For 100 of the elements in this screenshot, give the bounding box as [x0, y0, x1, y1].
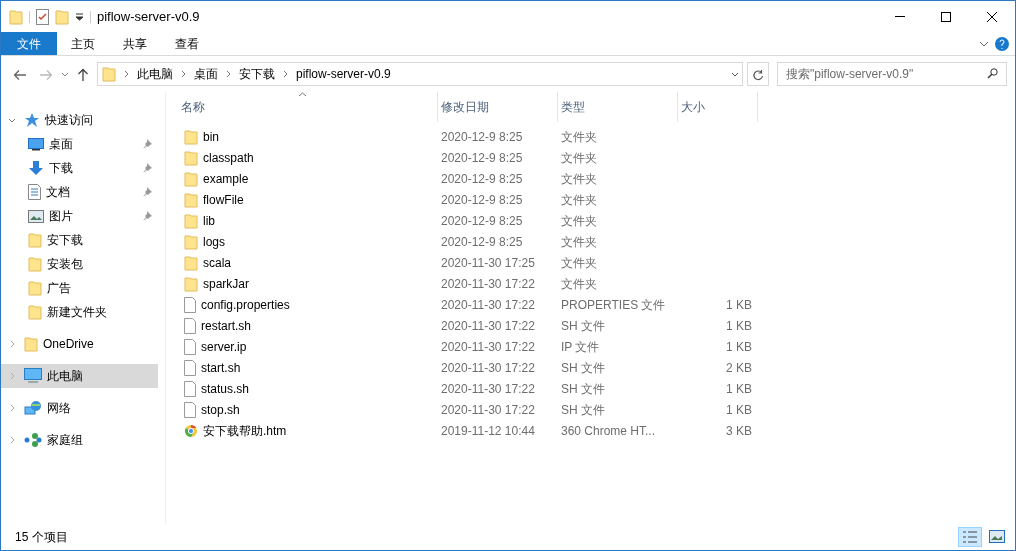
- sidebar-label: 广告: [47, 280, 71, 297]
- file-name[interactable]: 安下载帮助.htm: [203, 421, 287, 440]
- file-icon: [184, 359, 196, 376]
- column-header[interactable]: 类型: [561, 98, 585, 116]
- homegroup-icon: [24, 432, 42, 448]
- sidebar-item[interactable]: 快速访问: [1, 108, 158, 132]
- star-icon: [24, 112, 40, 128]
- ribbon-tab[interactable]: 主页: [57, 32, 109, 55]
- breadcrumb[interactable]: 安下载: [239, 65, 275, 83]
- dropdown-arrow-icon[interactable]: [75, 12, 84, 21]
- modified-date: 2020-12-9 8:25: [441, 150, 523, 165]
- file-name[interactable]: example: [203, 169, 249, 188]
- sidebar-label: 网络: [47, 400, 71, 417]
- refresh-button[interactable]: [747, 62, 769, 86]
- sidebar-item[interactable]: 下载: [1, 156, 158, 180]
- sidebar-item[interactable]: 图片: [1, 204, 158, 228]
- maximize-icon: [941, 11, 951, 22]
- folder-icon: [184, 212, 198, 229]
- sidebar-item[interactable]: OneDrive: [1, 332, 158, 356]
- modified-date: 2020-12-9 8:25: [441, 213, 523, 228]
- column-header[interactable]: 名称: [181, 98, 205, 116]
- modified-date: 2020-11-30 17:22: [441, 339, 535, 354]
- breadcrumb[interactable]: 桌面: [194, 65, 218, 83]
- address-bar[interactable]: 此电脑 桌面 安下载 piflow-server-v0.9: [97, 62, 743, 86]
- chevron-down-icon[interactable]: [61, 71, 69, 77]
- chevron-right-icon: [124, 70, 129, 78]
- file-name[interactable]: config.properties: [201, 295, 290, 314]
- breadcrumb[interactable]: piflow-server-v0.9: [296, 65, 391, 83]
- help-icon[interactable]: [995, 36, 1009, 51]
- file-name[interactable]: logs: [203, 232, 225, 251]
- file-name[interactable]: restart.sh: [201, 316, 251, 335]
- modified-date: 2020-12-9 8:25: [441, 234, 523, 249]
- chevron-right-icon: [226, 70, 231, 78]
- sidebar-item[interactable]: 新建文件夹: [1, 300, 158, 324]
- sort-up-icon[interactable]: [298, 92, 307, 97]
- sidebar-item[interactable]: 桌面: [1, 132, 158, 156]
- refresh-icon: [752, 69, 764, 82]
- file-name[interactable]: classpath: [203, 148, 254, 167]
- file-type: 文件夹: [561, 129, 597, 144]
- checklist-icon[interactable]: [36, 8, 49, 25]
- sidebar-item[interactable]: 安装包: [1, 252, 158, 276]
- sidebar-label: 文档: [46, 184, 70, 201]
- ribbon-tab[interactable]: 共享: [109, 32, 161, 55]
- chevron-down-icon[interactable]: [731, 71, 739, 77]
- column-header[interactable]: 修改日期: [441, 98, 489, 116]
- breadcrumb[interactable]: 此电脑: [137, 65, 173, 83]
- file-icon: [184, 317, 196, 334]
- folder-icon: [102, 66, 116, 82]
- modified-date: 2020-11-30 17:22: [441, 318, 535, 333]
- sidebar-label: 安装包: [47, 256, 83, 273]
- search-field[interactable]: 搜索"piflow-server-v0.9": [777, 62, 1007, 86]
- chevron-right-icon: [283, 70, 288, 78]
- up-arrow-icon: [77, 67, 89, 82]
- pin-icon: [142, 139, 152, 149]
- sidebar-label: 快速访问: [45, 112, 93, 129]
- sidebar-item[interactable]: 家庭组: [1, 428, 158, 452]
- file-tab[interactable]: 文件: [1, 32, 57, 55]
- file-name[interactable]: lib: [203, 211, 215, 230]
- sidebar-label: OneDrive: [43, 336, 94, 353]
- file-name[interactable]: bin: [203, 127, 219, 146]
- search-icon: [987, 68, 998, 79]
- sidebar-item[interactable]: 此电脑: [1, 364, 158, 388]
- sidebar-label: 此电脑: [47, 368, 83, 385]
- sidebar-label: 家庭组: [47, 432, 83, 449]
- ribbon-tab[interactable]: 查看: [161, 32, 213, 55]
- file-type: 文件夹: [561, 150, 597, 165]
- file-size: 1 KB: [726, 402, 752, 417]
- view-toggle[interactable]: [958, 527, 982, 547]
- folder-icon: [184, 191, 198, 208]
- sidebar-item[interactable]: 文档: [1, 180, 158, 204]
- window-title: piflow-server-v0.9: [97, 7, 200, 26]
- folder-icon: [184, 170, 198, 187]
- file-type: 文件夹: [561, 234, 597, 249]
- sidebar-item[interactable]: 网络: [1, 396, 158, 420]
- chevron-down-icon[interactable]: [979, 40, 989, 47]
- document-icon: [28, 184, 41, 200]
- sidebar-item[interactable]: 广告: [1, 276, 158, 300]
- browser-icon: [184, 423, 198, 438]
- file-name[interactable]: stop.sh: [201, 400, 240, 419]
- globe-icon: [24, 400, 42, 416]
- file-name[interactable]: sparkJar: [203, 274, 249, 293]
- folder-icon: [184, 254, 198, 271]
- file-name[interactable]: server.ip: [201, 337, 247, 356]
- file-name[interactable]: flowFile: [203, 190, 244, 209]
- modified-date: 2019-11-12 10:44: [441, 423, 535, 438]
- column-header[interactable]: 大小: [681, 98, 705, 116]
- folder-icon: [184, 128, 198, 145]
- folder-icon: [28, 232, 42, 248]
- monitor-icon: [28, 137, 44, 151]
- file-type: 文件夹: [561, 255, 597, 270]
- folder-icon: [28, 256, 42, 272]
- file-type: IP 文件: [561, 339, 600, 354]
- file-name[interactable]: scala: [203, 253, 231, 272]
- sidebar-item[interactable]: 安下载: [1, 228, 158, 252]
- file-name[interactable]: start.sh: [201, 358, 241, 377]
- file-name[interactable]: status.sh: [201, 379, 250, 398]
- file-size: 1 KB: [726, 381, 752, 396]
- modified-date: 2020-12-9 8:25: [441, 192, 523, 207]
- item-count: 15 个项目: [15, 529, 68, 546]
- forward-arrow-icon: [39, 69, 53, 82]
